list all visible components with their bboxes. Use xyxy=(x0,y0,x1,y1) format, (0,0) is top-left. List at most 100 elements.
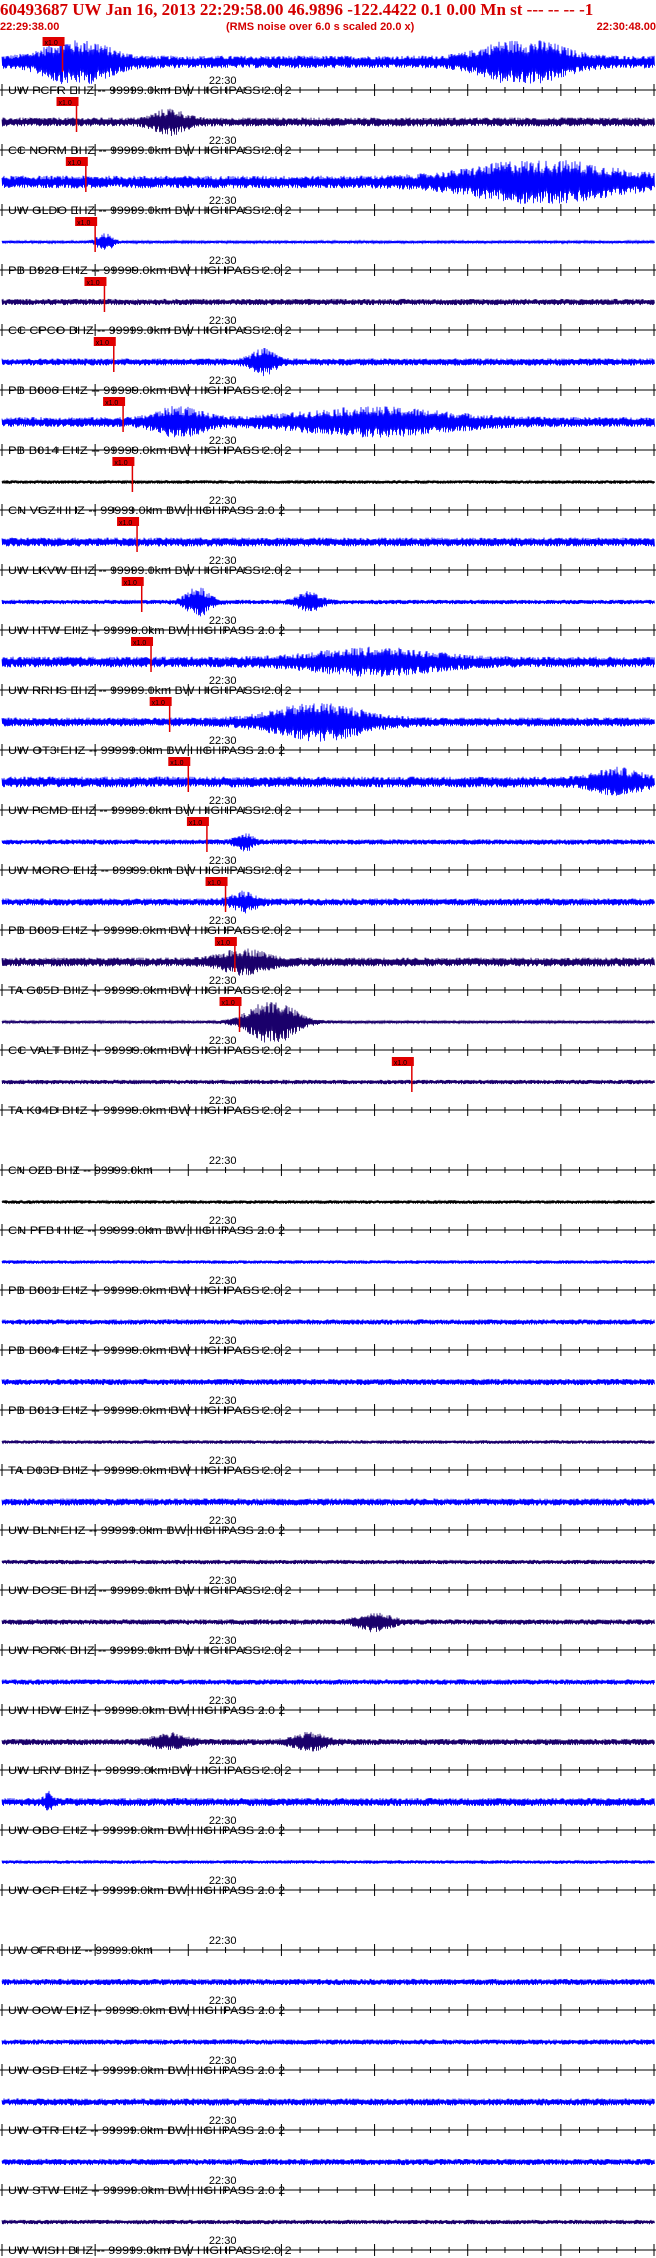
station-row: 22:30x1.0TA G05D BHZ -- 99999.0km BW HIG… xyxy=(0,937,656,997)
station-row: 22:30UW LRIV BHZ -- 99999.0km BW HIGHPAS… xyxy=(0,1731,656,1777)
station-label: CN VGZ HHZ -- 99999.0km BW HIGHPASS 2.0 … xyxy=(8,505,285,517)
pick-label: x1.0 xyxy=(170,760,183,767)
waveform-trace xyxy=(1,2158,655,2166)
waveform-trace xyxy=(1,2039,655,2045)
waveform-trace xyxy=(1,537,655,547)
station-label: UW HTW EHZ -- 99999.0km BW HIGHPASS 2.0 … xyxy=(8,625,285,637)
event-title: 60493687 UW Jan 16, 2013 22:29:58.00 46.… xyxy=(0,0,594,19)
waveform-trace xyxy=(1,1859,655,1865)
station-label: UW GLDO EHZ -- 99999.0km BW HIGHPASS 2.0… xyxy=(8,205,292,217)
station-label: UW FORK BHZ -- 99999.0km BW HIGHPASS 2.0… xyxy=(8,1645,292,1657)
pick-label: x1.0 xyxy=(105,400,118,407)
rms-note: (RMS noise over 6.0 s scaled 20.0 x) xyxy=(226,21,415,33)
waveform-trace xyxy=(1,766,655,796)
waveform-trace xyxy=(1,108,655,137)
pick-label: x1.0 xyxy=(119,520,132,527)
station-row: 22:30CN PFB HHZ -- 99999.0km BW HIGHPASS… xyxy=(0,1199,656,1237)
station-label: UW OOW EHZ -- 99999.0km BW HIGHPASS 2.0 … xyxy=(8,2005,285,2017)
pick-label: x1.0 xyxy=(114,460,127,467)
station-row: 22:30x1.0PB B006 EHZ -- 99999.0km BW HIG… xyxy=(0,337,656,397)
station-row: 22:30UW STW EHZ -- 99999.0km BW HIGHPASS… xyxy=(0,2158,656,2197)
seismogram-plot: 22:30 x1.0 UW PCFR EHZ -- 99999.0km BW HIG… xyxy=(0,36,656,2258)
header-bar: 60493687 UW Jan 16, 2013 22:29:58.00 46.… xyxy=(0,0,656,36)
station-label: UW RRHS EHZ -- 99999.0km BW HIGHPASS 2.0… xyxy=(8,685,292,697)
pick-label: x1.0 xyxy=(152,700,165,707)
station-row: 22:30x1.0CC CPCO BHZ -- 99999.0km BW HIG… xyxy=(0,277,656,337)
station-label: TA K04D BHZ -- 99999.0km BW HIGHPASS 2.0… xyxy=(8,1105,292,1117)
station-row: 22:30PB B004 EHZ -- 99999.0km BW HIGHPAS… xyxy=(0,1319,656,1357)
pick-label: x1.0 xyxy=(208,880,221,887)
station-label: CC VALT BHZ -- 99999.0km BW HIGHPASS 2.0… xyxy=(8,1045,292,1057)
station-label: PB B006 EHZ -- 99999.0km BW HIGHPASS 2.0… xyxy=(8,385,292,397)
pick-label: x1.0 xyxy=(394,1060,407,1067)
station-label: UW OBC EHZ -- 99999.0km BW HIGHPASS 2.0 … xyxy=(8,1825,285,1837)
waveform-trace xyxy=(1,1079,655,1085)
station-row: 22:30UW OCP EHZ -- 99999.0km BW HIGHPASS… xyxy=(0,1859,656,1897)
waveform-trace xyxy=(1,1378,655,1386)
waveform-trace xyxy=(1,1731,655,1752)
waveform-trace xyxy=(1,40,655,85)
station-label: UW OCP EHZ -- 99999.0km BW HIGHPASS 2.0 … xyxy=(8,1885,285,1897)
station-row: 22:30x1.0UW RRHS EHZ -- 99999.0km BW HIG… xyxy=(0,637,656,697)
station-row: 22:30 UW OFR BHZ -- 99999.0km xyxy=(0,1935,656,1957)
pick-label: x1.0 xyxy=(59,100,72,107)
station-label: UW LRIV BHZ -- 99999.0km BW HIGHPASS 2.0… xyxy=(8,1765,292,1777)
station-row: 22:30UW DOSE BHZ -- 99999.0km BW HIGHPAS… xyxy=(0,1559,656,1597)
station-label: CC NORM BHZ -- 99999.0km BW HIGHPASS 2.0… xyxy=(8,145,292,157)
waveform-trace xyxy=(1,479,655,485)
station-row: 22:30 CN OZB BHZ -- 99999.0km xyxy=(0,1155,656,1177)
station-row: 22:30x1.0CN VGZ HHZ -- 99999.0km BW HIGH… xyxy=(0,457,656,517)
waveform-trace xyxy=(1,948,655,976)
station-row: 22:30x1.0TA K04D BHZ -- 99999.0km BW HIG… xyxy=(0,1057,656,1117)
station-row: 22:30x1.0UW GLDO EHZ -- 99999.0km BW HIG… xyxy=(0,157,656,217)
station-label: PB B004 EHZ -- 99999.0km BW HIGHPASS 2.0… xyxy=(8,1345,292,1357)
station-label: UW OSD EHZ -- 99999.0km BW HIGHPASS 2.0 … xyxy=(8,2065,285,2077)
station-label: CN OZB BHZ -- 99999.0km xyxy=(8,1165,153,1177)
pick-label: x1.0 xyxy=(133,640,146,647)
waveform-trace xyxy=(1,1612,655,1633)
waveform-trace xyxy=(1,703,655,742)
station-row: 22:30UW OTR EHZ -- 99999.0km BW HIGHPASS… xyxy=(0,2098,656,2137)
station-row: 22:30UW WISH BHZ -- 99999.0km BW HIGHPAS… xyxy=(0,2219,656,2257)
station-row: 22:30x1.0UW MORO EHZ -- 99999.0km BW HIG… xyxy=(0,817,656,877)
waveform-trace xyxy=(1,1498,655,1506)
station-label: UW DOSE BHZ -- 99999.0km BW HIGHPASS 2.0… xyxy=(8,1585,292,1597)
station-row: 22:30UW BLN EHZ -- 99999.0km BW HIGHPASS… xyxy=(0,1498,656,1537)
waveform-trace xyxy=(1,1259,655,1265)
pick-label: x1.0 xyxy=(68,160,81,167)
pick-label: x1.0 xyxy=(45,40,58,47)
station-row: 22:30UW OBC EHZ -- 99999.0km BW HIGHPASS… xyxy=(0,1790,656,1837)
station-label: UW LKVW EHZ -- 99999.0km BW HIGHPASS 2.0… xyxy=(8,565,292,577)
station-label: PB B013 EHZ -- 99999.0km BW HIGHPASS 2.0… xyxy=(8,1405,292,1417)
waveform-trace xyxy=(1,2219,655,2225)
pick-label: x1.0 xyxy=(217,940,230,947)
station-label: UW STW EHZ -- 99999.0km BW HIGHPASS 2.0 … xyxy=(8,2185,285,2197)
start-time: 22:29:38.00 xyxy=(0,21,60,33)
station-row: 22:30x1.0UW HTW EHZ -- 99999.0km BW HIGH… xyxy=(0,577,656,637)
station-row: 22:30UW OSD EHZ -- 99999.0km BW HIGHPASS… xyxy=(0,2039,656,2077)
station-label: UW PCMD EHZ -- 99999.0km BW HIGHPASS 2.0… xyxy=(8,805,292,817)
station-label: CN PFB HHZ -- 99999.0km BW HIGHPASS 2.0 … xyxy=(8,1225,285,1237)
station-label: PB B001 EHZ -- 99999.0km BW HIGHPASS 2.0… xyxy=(8,1285,292,1297)
waveform-trace xyxy=(1,1559,655,1565)
station-row: 22:30x1.0UW OT3 EHZ -- 99999.0km BW HIGH… xyxy=(0,697,656,757)
waveform-trace xyxy=(1,1790,655,1811)
waveform-trace xyxy=(1,890,655,914)
station-row: 22:30PB B001 EHZ -- 99999.0km BW HIGHPAS… xyxy=(0,1259,656,1297)
waveform-trace xyxy=(1,1319,655,1325)
station-label: CC CPCO BHZ -- 99999.0km BW HIGHPASS 2.0… xyxy=(8,325,292,337)
station-row: 22:30x1.0UW PCFR EHZ -- 99999.0km BW HIG… xyxy=(0,37,656,97)
station-row: 22:30x1.0CC NORM BHZ -- 99999.0km BW HIG… xyxy=(0,97,656,157)
waveform-trace xyxy=(1,1978,655,1986)
station-label: TA G05D BHZ -- 99999.0km BW HIGHPASS 2.0… xyxy=(8,985,292,997)
waveform-trace xyxy=(1,1002,655,1043)
tick-label: 22:30 xyxy=(209,1935,237,1947)
station-label: UW PCFR EHZ -- 99999.0km BW HIGHPASS 2.0… xyxy=(8,85,292,97)
station-label: TA D03D BHZ -- 99999.0km BW HIGHPASS 2.0… xyxy=(8,1465,292,1477)
waveform-trace xyxy=(1,347,655,377)
station-row: 22:30PB B013 EHZ -- 99999.0km BW HIGHPAS… xyxy=(0,1378,656,1417)
seismogram-svg: 22:30 x1.0 UW PCFR EHZ -- 99999.0km BW HIG… xyxy=(0,37,656,2257)
pick-label: x1.0 xyxy=(222,1000,235,1007)
station-row: 22:30UW HDW EHZ -- 99999.0km BW HIGHPASS… xyxy=(0,1679,656,1717)
station-label: PB B014 EHZ -- 99999.0km BW HIGHPASS 2.0… xyxy=(8,445,292,457)
